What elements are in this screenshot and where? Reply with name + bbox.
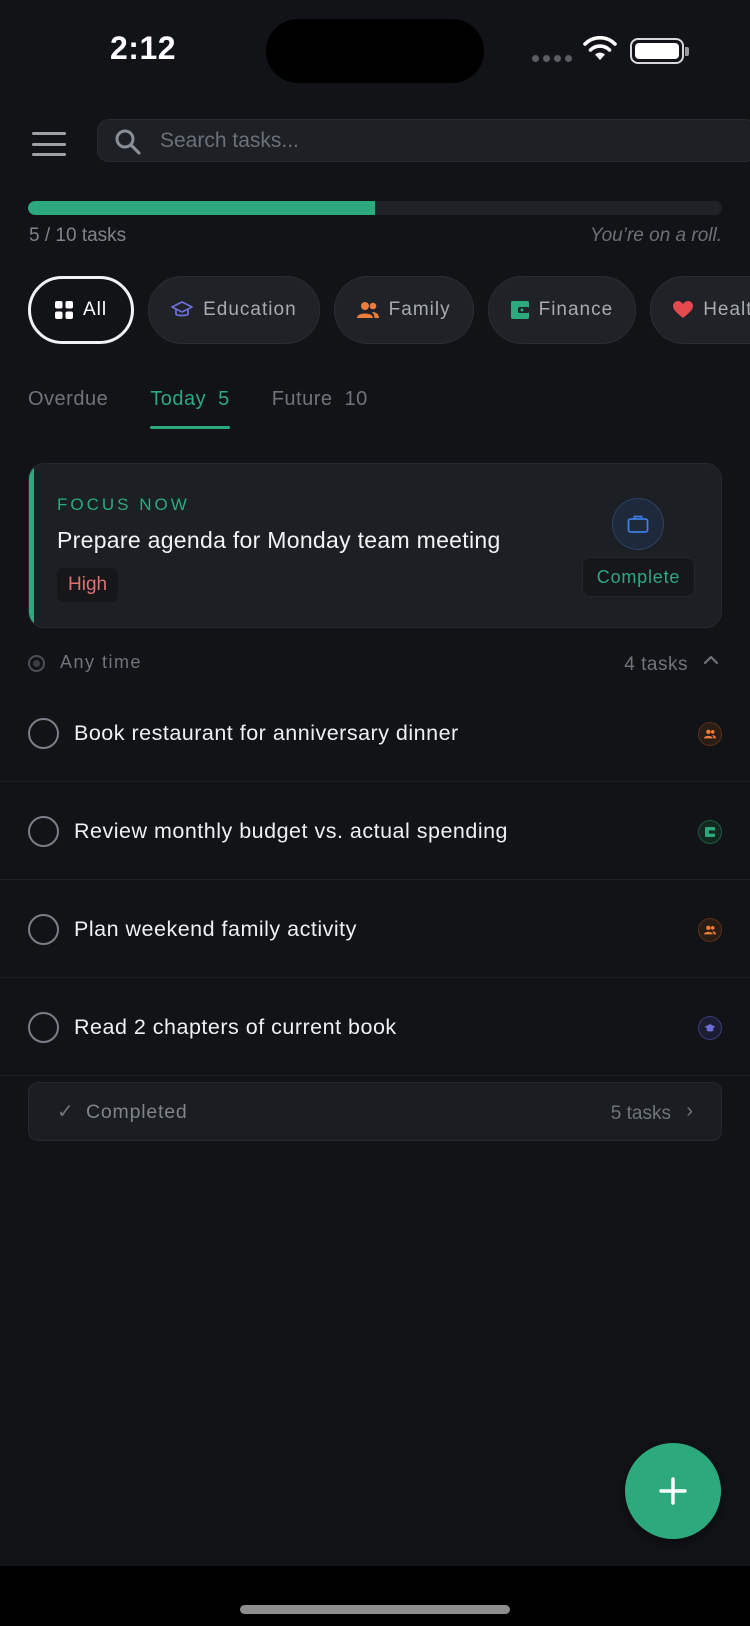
tab-label: Today — [150, 388, 207, 410]
completed-section[interactable]: ✓ Completed 5 tasks › — [28, 1082, 722, 1141]
search-input[interactable] — [160, 120, 720, 161]
completed-label: Completed — [86, 1101, 188, 1123]
chip-family[interactable]: Family — [333, 276, 474, 344]
section-title: Any time — [60, 652, 143, 672]
completed-count: 5 tasks — [610, 1103, 671, 1124]
task-checkbox[interactable] — [28, 1012, 59, 1043]
tab-today[interactable]: Today 5 — [150, 388, 230, 429]
chip-health[interactable]: Health — [650, 276, 750, 344]
clock-icon — [28, 655, 45, 672]
chip-label: Education — [203, 299, 297, 320]
chip-label: All — [83, 299, 108, 320]
focus-title: Prepare agenda for Monday team meeting — [57, 527, 501, 553]
progress-fill — [28, 201, 375, 215]
menu-icon[interactable] — [32, 132, 66, 156]
progress-message: You’re on a roll. — [589, 225, 722, 246]
people-icon — [356, 302, 379, 318]
checkmark-icon: ✓ — [57, 1101, 74, 1123]
task-checkbox[interactable] — [28, 914, 59, 945]
home-indicator[interactable] — [240, 1605, 510, 1614]
heart-icon — [673, 301, 694, 318]
briefcase-icon — [627, 515, 649, 533]
section-header: Any time 4 tasks — [28, 650, 722, 680]
task-checkbox[interactable] — [28, 816, 59, 847]
chip-finance[interactable]: Finance — [487, 276, 637, 344]
grid-icon — [55, 301, 73, 319]
section-count: 4 tasks — [624, 654, 688, 675]
task-list: Book restaurant for anniversary dinner R… — [0, 684, 750, 1076]
task-title: Plan weekend family activity — [74, 917, 357, 941]
tab-overdue[interactable]: Overdue — [28, 388, 108, 428]
tab-count: 10 — [344, 388, 368, 410]
date-tabs: Overdue Today 5 Future 10 — [28, 388, 368, 429]
wallet-icon — [510, 301, 529, 319]
task-title: Read 2 chapters of current book — [74, 1015, 397, 1039]
task-category-badge — [698, 1016, 722, 1040]
focus-label: FOCUS NOW — [57, 495, 190, 514]
search-icon — [115, 129, 141, 155]
plus-icon — [659, 1477, 687, 1505]
task-category-badge — [698, 722, 722, 746]
dynamic-island — [266, 19, 484, 83]
task-category-badge — [698, 820, 722, 844]
search-box[interactable] — [97, 119, 750, 162]
status-bar: 2:12 — [0, 0, 750, 100]
chip-all[interactable]: All — [28, 276, 135, 344]
chip-education[interactable]: Education — [148, 276, 320, 344]
task-row[interactable]: Book restaurant for anniversary dinner — [0, 684, 750, 782]
focus-accent-bar — [29, 464, 34, 627]
task-row[interactable]: Review monthly budget vs. actual spendin… — [0, 782, 750, 880]
task-row[interactable]: Plan weekend family activity — [0, 880, 750, 978]
tab-count: 5 — [218, 388, 230, 410]
complete-button[interactable]: Complete — [582, 557, 695, 597]
chip-label: Finance — [538, 299, 614, 320]
tab-label: Future — [271, 388, 333, 410]
category-chips: All Education Family Finance Health — [28, 276, 750, 344]
chevron-right-icon: › — [686, 1100, 693, 1122]
task-title: Book restaurant for anniversary dinner — [74, 721, 459, 745]
chip-label: Health — [703, 299, 750, 320]
focus-category-badge — [612, 498, 664, 550]
chip-label: Family — [388, 299, 451, 320]
battery-icon — [630, 38, 689, 64]
people-icon — [704, 729, 716, 739]
task-row[interactable]: Read 2 chapters of current book — [0, 978, 750, 1076]
task-category-badge — [698, 918, 722, 942]
cellular-signal-icon — [532, 55, 572, 62]
tab-future[interactable]: Future 10 — [272, 388, 368, 428]
graduation-cap-icon — [171, 301, 194, 317]
progress-count: 5 / 10 tasks — [29, 225, 127, 246]
chevron-up-icon[interactable] — [703, 654, 719, 666]
focus-card[interactable]: FOCUS NOW Prepare agenda for Monday team… — [28, 463, 722, 628]
progress-bar — [28, 201, 722, 215]
bottom-safe-area — [0, 1566, 750, 1626]
people-icon — [704, 925, 716, 935]
task-title: Review monthly budget vs. actual spendin… — [74, 819, 509, 843]
task-checkbox[interactable] — [28, 718, 59, 749]
wallet-icon — [705, 827, 715, 837]
tab-label: Overdue — [28, 388, 109, 410]
add-task-button[interactable] — [625, 1443, 721, 1539]
priority-badge: High — [57, 568, 119, 602]
wifi-icon — [583, 36, 617, 60]
graduation-cap-icon — [704, 1023, 716, 1031]
status-time: 2:12 — [110, 30, 177, 66]
